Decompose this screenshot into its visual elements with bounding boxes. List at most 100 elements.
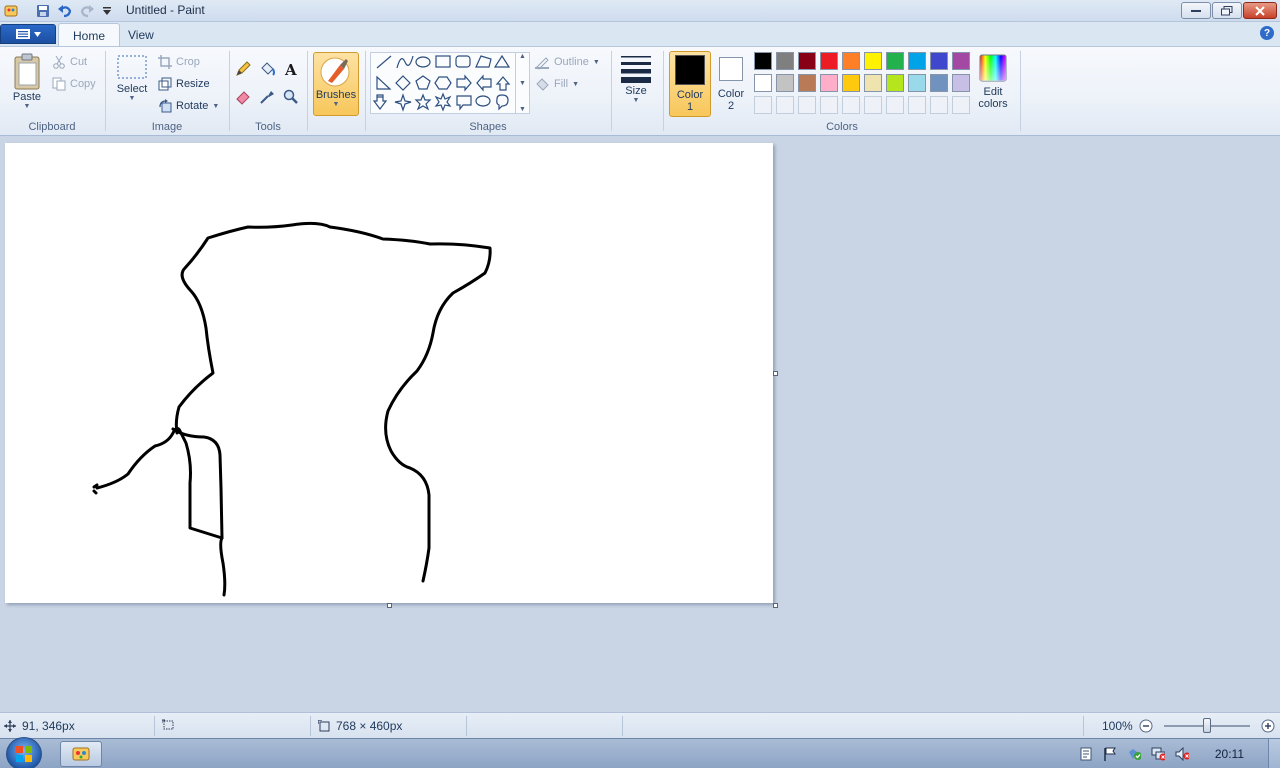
canvas-resize-handle-right[interactable] — [773, 371, 778, 376]
magnifier-tool-button[interactable] — [281, 87, 301, 107]
restore-button[interactable] — [1212, 2, 1242, 19]
palette-swatch[interactable] — [776, 74, 794, 92]
shapes-group-label: Shapes — [469, 121, 507, 133]
fill-tool-button[interactable] — [257, 59, 277, 79]
palette-swatch[interactable] — [952, 74, 970, 92]
brushes-button[interactable]: Brushes ▼ — [313, 52, 359, 116]
custom-color-slot[interactable] — [798, 96, 816, 114]
eyedropper-icon — [260, 91, 274, 104]
edit-colors-label: Edit — [983, 86, 1003, 98]
palette-swatch[interactable] — [930, 52, 948, 70]
show-desktop-button[interactable] — [1268, 739, 1280, 768]
color1-button[interactable]: Color 1 — [669, 51, 711, 117]
fill-button[interactable]: Fill ▼ — [534, 75, 579, 93]
save-icon[interactable] — [34, 2, 52, 20]
palette-swatch[interactable] — [820, 74, 838, 92]
drawing-canvas[interactable] — [5, 143, 773, 603]
custom-color-slot[interactable] — [820, 96, 838, 114]
palette-swatch[interactable] — [776, 52, 794, 70]
tab-home[interactable]: Home — [58, 23, 121, 46]
security-tray-icon[interactable] — [1127, 747, 1141, 761]
cut-label: Cut — [70, 56, 88, 68]
zoom-level: 100% — [1102, 719, 1133, 733]
edit-colors-button[interactable]: Edit colors — [976, 53, 1010, 110]
palette-swatch[interactable] — [864, 52, 882, 70]
palette-swatch[interactable] — [798, 52, 816, 70]
custom-color-slot[interactable] — [754, 96, 772, 114]
pencil-icon — [236, 61, 251, 76]
app-menu-button[interactable] — [0, 24, 56, 44]
palette-swatch[interactable] — [886, 52, 904, 70]
custom-color-slot[interactable] — [952, 96, 970, 114]
ribbon: Paste ▼ Cut Copy Clipboard Select ▼ Crop… — [0, 46, 1280, 136]
tab-view[interactable]: View — [114, 23, 168, 46]
copy-label: Copy — [70, 78, 96, 90]
palette-swatch[interactable] — [754, 52, 772, 70]
notes-tray-icon[interactable] — [1079, 747, 1093, 761]
canvas-resize-handle-corner[interactable] — [773, 603, 778, 608]
palette-swatch[interactable] — [952, 52, 970, 70]
volume-muted-icon[interactable] — [1175, 747, 1189, 761]
redo-icon[interactable] — [78, 2, 96, 20]
color-picker-tool-button[interactable] — [257, 87, 277, 107]
palette-swatch[interactable] — [820, 52, 838, 70]
outline-button[interactable]: Outline ▼ — [534, 53, 600, 71]
minimize-button[interactable] — [1181, 2, 1211, 19]
custom-color-slot[interactable] — [842, 96, 860, 114]
palette-swatch[interactable] — [908, 52, 926, 70]
copy-icon — [52, 77, 66, 91]
color2-button[interactable]: Color 2 — [714, 51, 748, 117]
palette-swatch[interactable] — [908, 74, 926, 92]
status-divider — [622, 716, 623, 736]
palette-swatch[interactable] — [886, 74, 904, 92]
custom-color-slot[interactable] — [908, 96, 926, 114]
action-center-flag-icon[interactable] — [1103, 747, 1117, 761]
select-button[interactable]: Select ▼ — [114, 53, 150, 102]
taskbar-paint-button[interactable] — [60, 741, 102, 767]
size-button[interactable]: Size ▼ — [616, 53, 656, 104]
shapes-gallery-scroll[interactable]: ▲ ▼ ▼ — [515, 53, 529, 113]
zoom-slider-thumb[interactable] — [1203, 718, 1211, 733]
close-button[interactable] — [1243, 2, 1277, 19]
canvas-resize-handle-bottom[interactable] — [387, 603, 392, 608]
pencil-tool-button[interactable] — [233, 59, 253, 79]
group-divider — [611, 51, 612, 131]
palette-swatch[interactable] — [842, 52, 860, 70]
help-button[interactable]: ? — [1260, 26, 1274, 40]
chevron-down-icon: ▼ — [332, 101, 340, 108]
paste-button[interactable]: Paste ▼ — [8, 53, 46, 110]
crop-button[interactable]: Crop — [158, 53, 200, 71]
zoom-in-button[interactable] — [1261, 719, 1275, 733]
custom-color-slot[interactable] — [930, 96, 948, 114]
cursor-position-text: 91, 346px — [22, 719, 75, 733]
customize-quick-access-icon[interactable] — [98, 2, 116, 20]
chevron-down-icon: ▼ — [212, 102, 220, 110]
custom-color-slot[interactable] — [864, 96, 882, 114]
rotate-button[interactable]: Rotate ▼ — [158, 97, 219, 115]
palette-swatch[interactable] — [842, 74, 860, 92]
group-divider — [1020, 51, 1021, 131]
cut-button[interactable]: Cut — [52, 53, 87, 71]
undo-icon[interactable] — [56, 2, 74, 20]
custom-color-slot[interactable] — [776, 96, 794, 114]
palette-swatch[interactable] — [754, 74, 772, 92]
palette-swatch[interactable] — [930, 74, 948, 92]
fill-icon — [536, 78, 549, 91]
more-icon[interactable]: ▼ — [519, 106, 526, 113]
chevron-down-icon[interactable]: ▼ — [519, 80, 526, 87]
zoom-out-button[interactable] — [1139, 719, 1153, 733]
text-tool-button[interactable]: A — [281, 59, 301, 79]
copy-button[interactable]: Copy — [52, 75, 96, 93]
paint-app-icon[interactable] — [2, 2, 20, 20]
shapes-gallery-icons[interactable] — [371, 53, 529, 113]
taskbar-clock[interactable]: 20:11 — [1215, 747, 1244, 761]
status-divider — [466, 716, 467, 736]
resize-button[interactable]: Resize — [158, 75, 210, 93]
palette-swatch[interactable] — [798, 74, 816, 92]
start-button[interactable] — [6, 737, 42, 768]
custom-color-slot[interactable] — [886, 96, 904, 114]
chevron-up-icon[interactable]: ▲ — [519, 53, 526, 60]
network-tray-icon[interactable] — [1151, 747, 1165, 761]
palette-swatch[interactable] — [864, 74, 882, 92]
eraser-tool-button[interactable] — [233, 87, 253, 107]
